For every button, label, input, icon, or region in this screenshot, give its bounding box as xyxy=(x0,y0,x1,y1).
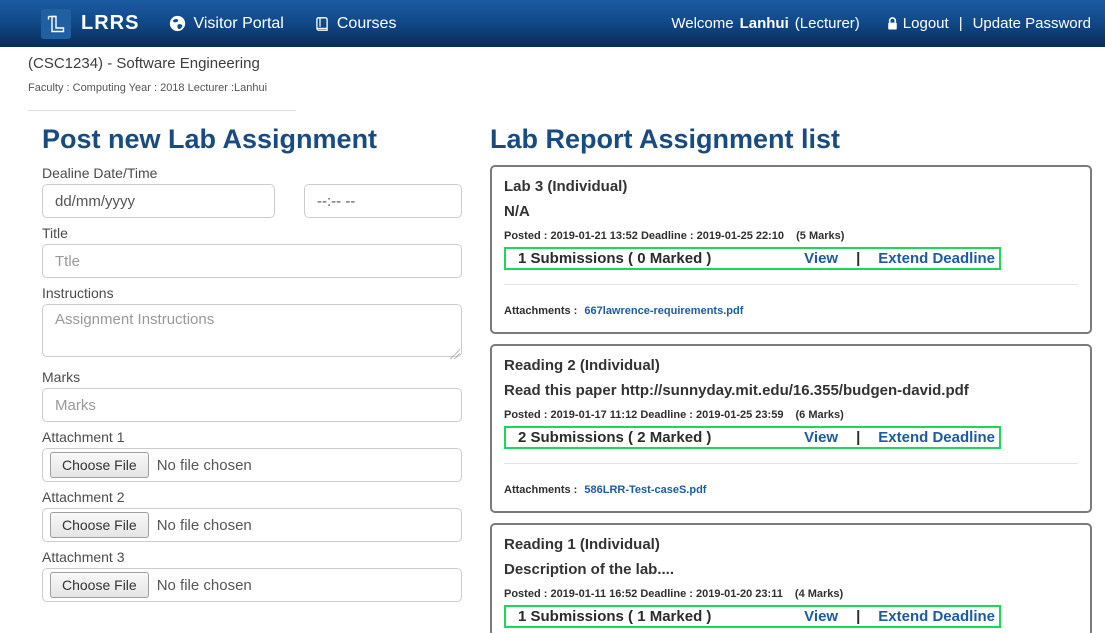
deadline-row xyxy=(42,184,462,218)
brand-title[interactable]: LRRS xyxy=(81,12,139,35)
update-password-link[interactable]: Update Password xyxy=(973,15,1091,32)
posted-deadline-text: Posted : 2019-01-11 16:52 Deadline : 201… xyxy=(504,588,783,600)
assignment-title: Reading 2 (Individual) xyxy=(504,357,1078,374)
attachment1-choose-file-button[interactable]: Choose File xyxy=(50,452,149,478)
attachment-link[interactable]: 667lawrence-requirements.pdf xyxy=(584,305,743,317)
view-link[interactable]: View xyxy=(804,250,838,267)
book-icon xyxy=(314,16,330,32)
instructions-textarea[interactable] xyxy=(42,304,462,357)
brand[interactable]: LRRS xyxy=(41,9,139,39)
course-header: (CSC1234) - Software Engineering Faculty… xyxy=(0,47,1105,111)
title-label: Title xyxy=(42,225,462,241)
attachment2-file-status: No file chosen xyxy=(157,517,252,534)
post-assignment-heading: Post new Lab Assignment xyxy=(42,124,462,155)
card-divider xyxy=(504,463,1078,464)
course-title: (CSC1234) - Software Engineering xyxy=(28,55,1105,72)
attachment2-label: Attachment 2 xyxy=(42,489,462,505)
submissions-box: 2 Submissions ( 2 Marked ) View | Extend… xyxy=(504,426,1001,449)
assignment-description: N/A xyxy=(504,203,1078,220)
attachment-link[interactable]: 586LRR-Test-caseS.pdf xyxy=(584,484,706,496)
navbar-links: Visitor Portal Courses xyxy=(169,15,426,33)
extend-deadline-link[interactable]: Extend Deadline xyxy=(878,608,995,625)
deadline-date-input[interactable] xyxy=(42,184,275,218)
deadline-label: Dealine Date/Time xyxy=(42,165,462,181)
attachment3-file-status: No file chosen xyxy=(157,577,252,594)
deadline-time-input[interactable] xyxy=(304,184,462,218)
main-content: Post new Lab Assignment Dealine Date/Tim… xyxy=(0,111,1105,633)
attachments-line: Attachments : 586LRR-Test-caseS.pdf xyxy=(504,484,1078,496)
attachments-prefix: Attachments : xyxy=(504,484,577,496)
navbar-user-area: Welcome Lanhui (Lecturer) Logout | Updat… xyxy=(671,15,1091,32)
submissions-box: 1 Submissions ( 1 Marked ) View | Extend… xyxy=(504,605,1001,628)
instructions-label: Instructions xyxy=(42,285,462,301)
posted-deadline-text: Posted : 2019-01-17 11:12 Deadline : 201… xyxy=(504,409,783,421)
attachment2-choose-file-button[interactable]: Choose File xyxy=(50,512,149,538)
logout-link[interactable]: Logout xyxy=(903,15,949,32)
extend-deadline-link[interactable]: Extend Deadline xyxy=(878,250,995,267)
attachments-prefix: Attachments : xyxy=(504,305,577,317)
lock-icon xyxy=(886,16,899,31)
assignment-list-heading: Lab Report Assignment list xyxy=(490,124,1092,155)
post-assignment-panel: Post new Lab Assignment Dealine Date/Tim… xyxy=(42,111,462,633)
course-meta: Faculty : Computing Year : 2018 Lecturer… xyxy=(28,82,1105,94)
assignment-title: Lab 3 (Individual) xyxy=(504,178,1078,195)
link-separator: | xyxy=(856,250,860,267)
marks-input[interactable] xyxy=(42,388,462,422)
submissions-count: 2 Submissions ( 2 Marked ) xyxy=(518,429,804,446)
marks-badge: (6 Marks) xyxy=(796,409,844,421)
view-link[interactable]: View xyxy=(804,608,838,625)
submissions-box: 1 Submissions ( 0 Marked ) View | Extend… xyxy=(504,247,1001,270)
globe-icon xyxy=(169,15,186,32)
view-link[interactable]: View xyxy=(804,429,838,446)
nav-courses-label: Courses xyxy=(337,15,397,33)
attachment1-label: Attachment 1 xyxy=(42,429,462,445)
attachment3-file-input: Choose File No file chosen xyxy=(42,568,462,602)
user-role: (Lecturer) xyxy=(795,15,860,32)
attachment1-file-status: No file chosen xyxy=(157,457,252,474)
attachment1-file-input: Choose File No file chosen xyxy=(42,448,462,482)
assignment-posted-line: Posted : 2019-01-21 13:52 Deadline : 201… xyxy=(504,230,1078,242)
assignment-card: Lab 3 (Individual) N/A Posted : 2019-01-… xyxy=(490,165,1092,334)
nav-courses[interactable]: Courses xyxy=(314,15,397,33)
assignment-description: Read this paper http://sunnyday.mit.edu/… xyxy=(504,382,1078,399)
attachments-line: Attachments : 667lawrence-requirements.p… xyxy=(504,305,1078,317)
attachment2-file-input: Choose File No file chosen xyxy=(42,508,462,542)
top-navbar: LRRS Visitor Portal Courses Welcome Lanh… xyxy=(0,0,1105,47)
nav-separator: | xyxy=(959,15,963,32)
lrrs-logo-icon xyxy=(41,9,71,39)
marks-badge: (4 Marks) xyxy=(795,588,843,600)
assignment-posted-line: Posted : 2019-01-17 11:12 Deadline : 201… xyxy=(504,409,1078,421)
submissions-count: 1 Submissions ( 0 Marked ) xyxy=(518,250,804,267)
title-input[interactable] xyxy=(42,244,462,278)
assignment-title: Reading 1 (Individual) xyxy=(504,536,1078,553)
nav-visitor-portal-label: Visitor Portal xyxy=(193,15,283,33)
username: Lanhui xyxy=(740,15,789,32)
link-separator: | xyxy=(856,429,860,446)
assignment-posted-line: Posted : 2019-01-11 16:52 Deadline : 201… xyxy=(504,588,1078,600)
welcome-text: Welcome xyxy=(671,15,733,32)
assignment-card: Reading 2 (Individual) Read this paper h… xyxy=(490,344,1092,513)
instructions-wrap xyxy=(42,304,462,362)
submissions-count: 1 Submissions ( 1 Marked ) xyxy=(518,608,804,625)
extend-deadline-link[interactable]: Extend Deadline xyxy=(878,429,995,446)
assignment-description: Description of the lab.... xyxy=(504,561,1078,578)
link-separator: | xyxy=(856,608,860,625)
marks-label: Marks xyxy=(42,369,462,385)
attachment3-label: Attachment 3 xyxy=(42,549,462,565)
assignment-list-panel: Lab Report Assignment list Lab 3 (Indivi… xyxy=(490,111,1092,633)
assignment-card: Reading 1 (Individual) Description of th… xyxy=(490,523,1092,633)
marks-badge: (5 Marks) xyxy=(796,230,844,242)
attachment3-choose-file-button[interactable]: Choose File xyxy=(50,572,149,598)
card-divider xyxy=(504,284,1078,285)
posted-deadline-text: Posted : 2019-01-21 13:52 Deadline : 201… xyxy=(504,230,784,242)
nav-visitor-portal[interactable]: Visitor Portal xyxy=(169,15,283,33)
